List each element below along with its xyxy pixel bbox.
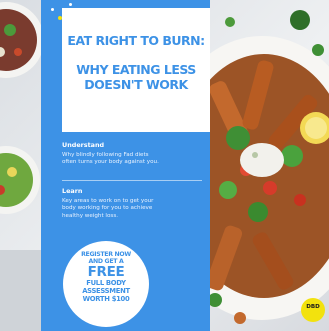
confetti-dot — [69, 3, 72, 6]
brand-logo-text: DBD — [306, 304, 320, 310]
section-learn-title: Learn — [62, 187, 83, 195]
section-understand-title: Understand — [62, 141, 105, 149]
offer-line-assessment: ASSESSMENT — [82, 287, 130, 295]
headline-line-2b: DOESN'T WORK — [84, 77, 188, 92]
section-understand-text: Why blindly following Fad diets often tu… — [62, 152, 202, 167]
section-learn-text: Key areas to work on to get your body wo… — [62, 198, 202, 220]
section-divider — [62, 180, 202, 181]
confetti-dot — [51, 8, 54, 11]
brand-logo-badge: DBD — [301, 298, 325, 322]
section-learn-line-3: healthy weight loss. — [62, 212, 119, 219]
section-understand-line-2: often turns your body against you. — [62, 159, 159, 166]
offer-circle: REGISTER NOW AND GET A FREE FULL BODY AS… — [63, 241, 149, 327]
offer-line-register: REGISTER NOW — [81, 251, 131, 258]
offer-line-full-body: FULL BODY — [86, 279, 126, 287]
section-learn-line-2: body working for you to achieve — [62, 205, 153, 212]
headline: EAT RIGHT TO BURN: WHY EATING LESS DOESN… — [62, 33, 210, 92]
offer-line-free: FREE — [87, 264, 125, 280]
promo-poster: EAT RIGHT TO BURN: WHY EATING LESS DOESN… — [0, 0, 329, 331]
confetti-dot — [58, 16, 62, 20]
section-learn-line-1: Key areas to work on to get your — [62, 198, 154, 204]
offer-line-worth: WORTH $100 — [82, 295, 130, 303]
headline-line-1: EAT RIGHT TO BURN: — [67, 33, 205, 48]
section-understand-line-1: Why blindly following Fad diets — [62, 152, 149, 158]
headline-line-2a: WHY EATING LESS — [76, 62, 196, 77]
